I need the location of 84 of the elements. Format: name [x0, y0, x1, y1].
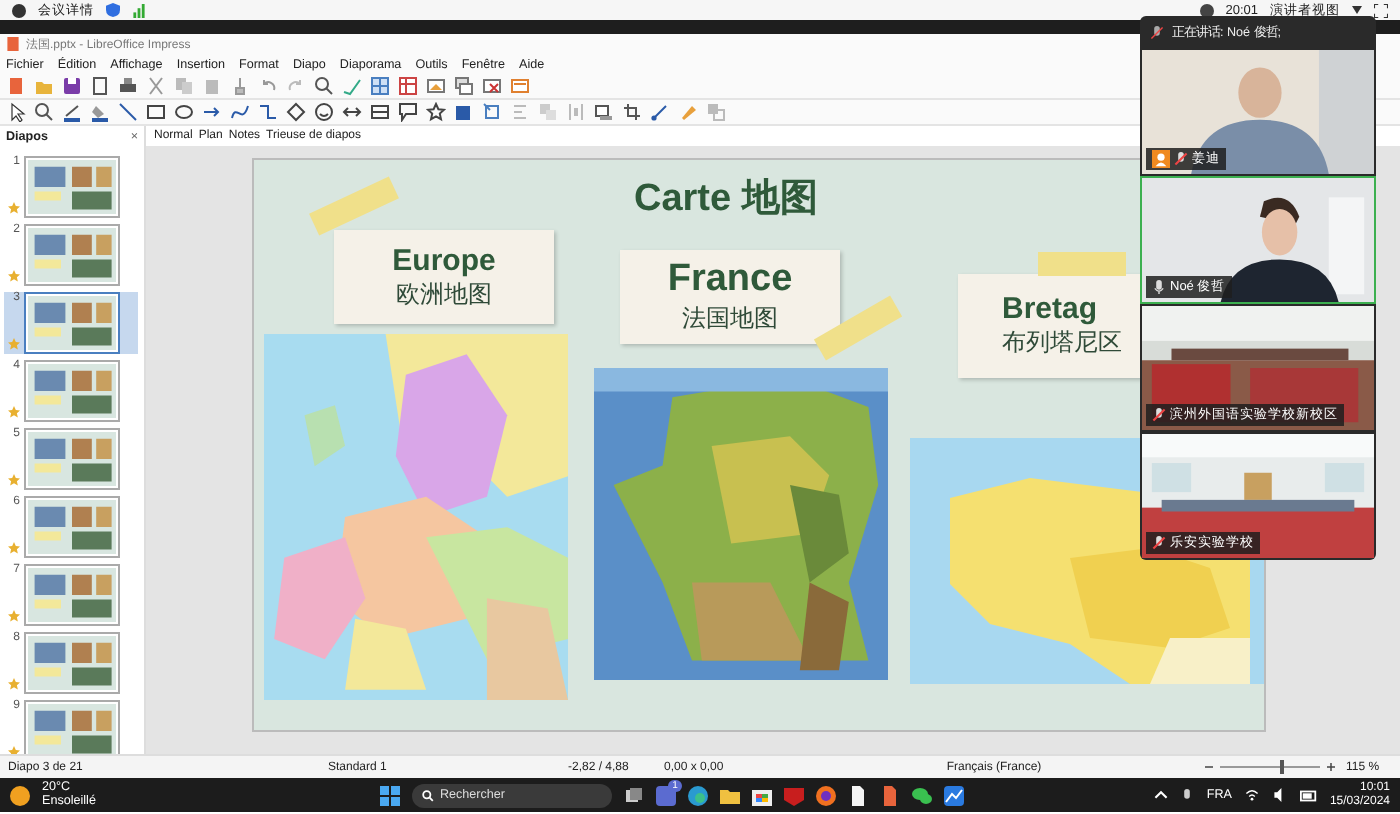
document-icon[interactable] [847, 785, 868, 805]
slides-icon[interactable] [454, 76, 474, 96]
slide-thumbnail[interactable] [24, 427, 120, 490]
rectangle-icon[interactable] [146, 102, 166, 122]
undo-icon[interactable] [258, 76, 278, 96]
save-icon[interactable] [62, 76, 82, 96]
shadow-icon[interactable] [594, 102, 614, 122]
meeting-app-icon[interactable] [943, 785, 964, 805]
card-title: France [667, 258, 793, 302]
arrow-icon[interactable] [202, 102, 222, 122]
slide-thumbnail[interactable] [24, 563, 120, 626]
zoom-out-icon[interactable] [1204, 762, 1214, 772]
start-icon[interactable] [379, 785, 400, 805]
star-icon [8, 473, 20, 486]
task-view-icon[interactable] [623, 785, 644, 805]
folder-icon[interactable] [719, 785, 740, 805]
star-icon [8, 609, 20, 622]
card-subtitle: 欧洲地图 [396, 277, 492, 311]
muted-microphone-icon [1150, 25, 1164, 39]
slide-thumbnail[interactable] [24, 223, 120, 286]
card-title: Europe [392, 243, 496, 277]
fill-color-icon[interactable] [90, 102, 110, 122]
shield-icon[interactable] [783, 785, 804, 805]
star-icon [8, 269, 20, 282]
rotate-icon[interactable] [482, 102, 502, 122]
teams-icon[interactable] [655, 785, 676, 805]
impress-icon [6, 36, 20, 52]
slide-thumbnail[interactable] [24, 631, 120, 694]
star-icon [8, 541, 20, 554]
browser-icon[interactable] [687, 785, 708, 805]
card-title: Bretag [1002, 292, 1098, 326]
double-arrow-icon[interactable] [342, 102, 362, 122]
firefox-icon[interactable] [815, 785, 836, 805]
card-subtitle: 法国地图 [682, 302, 778, 336]
wifi-icon[interactable] [1243, 788, 1260, 802]
brush-icon[interactable] [230, 76, 250, 96]
ellipse-icon[interactable] [174, 102, 194, 122]
flowchart-icon[interactable] [370, 102, 390, 122]
chat-icon[interactable] [911, 785, 932, 805]
sun-icon [10, 785, 30, 805]
shield-icon [106, 2, 120, 18]
slide-thumbnail[interactable] [24, 155, 120, 218]
signal-icon [132, 3, 146, 17]
connector-icon[interactable] [258, 102, 278, 122]
toggle-extrusion-icon[interactable] [706, 102, 726, 122]
layout-icon[interactable] [510, 76, 530, 96]
store-icon[interactable] [751, 785, 772, 805]
line-color-icon[interactable] [62, 102, 82, 122]
star-icon [8, 405, 20, 418]
slide-thumbnail[interactable] [24, 699, 120, 754]
search-icon[interactable] [421, 789, 434, 801]
line-icon[interactable] [118, 102, 138, 122]
slide-thumbnail[interactable] [24, 291, 120, 354]
zoom-in-icon[interactable] [1326, 762, 1336, 772]
star-icon [8, 677, 20, 690]
star-icon [8, 201, 20, 214]
search-icon[interactable] [314, 76, 334, 96]
slide-thumbnail[interactable] [24, 359, 120, 422]
fullscreen-icon[interactable] [1374, 3, 1388, 17]
star-icon [8, 337, 20, 350]
star-icon [8, 745, 20, 754]
export-icon[interactable] [90, 76, 110, 96]
diamond-icon[interactable] [286, 102, 306, 122]
pointer-icon[interactable] [6, 102, 26, 122]
curve-icon[interactable] [230, 102, 250, 122]
slide-title: Carte 地图 [634, 176, 818, 224]
crop-icon[interactable] [622, 102, 642, 122]
smiley-icon[interactable] [314, 102, 334, 122]
slide-thumbnail[interactable] [24, 495, 120, 558]
grid-icon[interactable] [370, 76, 390, 96]
presentation-icon[interactable] [879, 785, 900, 805]
zoom-icon[interactable] [34, 102, 54, 122]
print-icon[interactable] [118, 76, 138, 96]
image-icon[interactable] [426, 76, 446, 96]
microphone-icon[interactable] [1180, 787, 1195, 803]
delete-slide-icon[interactable] [482, 76, 502, 96]
chevron-up-icon[interactable] [1154, 788, 1169, 802]
sticky-note [1038, 252, 1126, 276]
battery-icon[interactable] [1299, 789, 1318, 801]
card-subtitle: 布列塔尼区 [1002, 326, 1122, 360]
table-icon[interactable] [398, 76, 418, 96]
points-icon[interactable] [650, 102, 670, 122]
callout-icon[interactable] [398, 102, 418, 122]
star-icon[interactable] [426, 102, 446, 122]
